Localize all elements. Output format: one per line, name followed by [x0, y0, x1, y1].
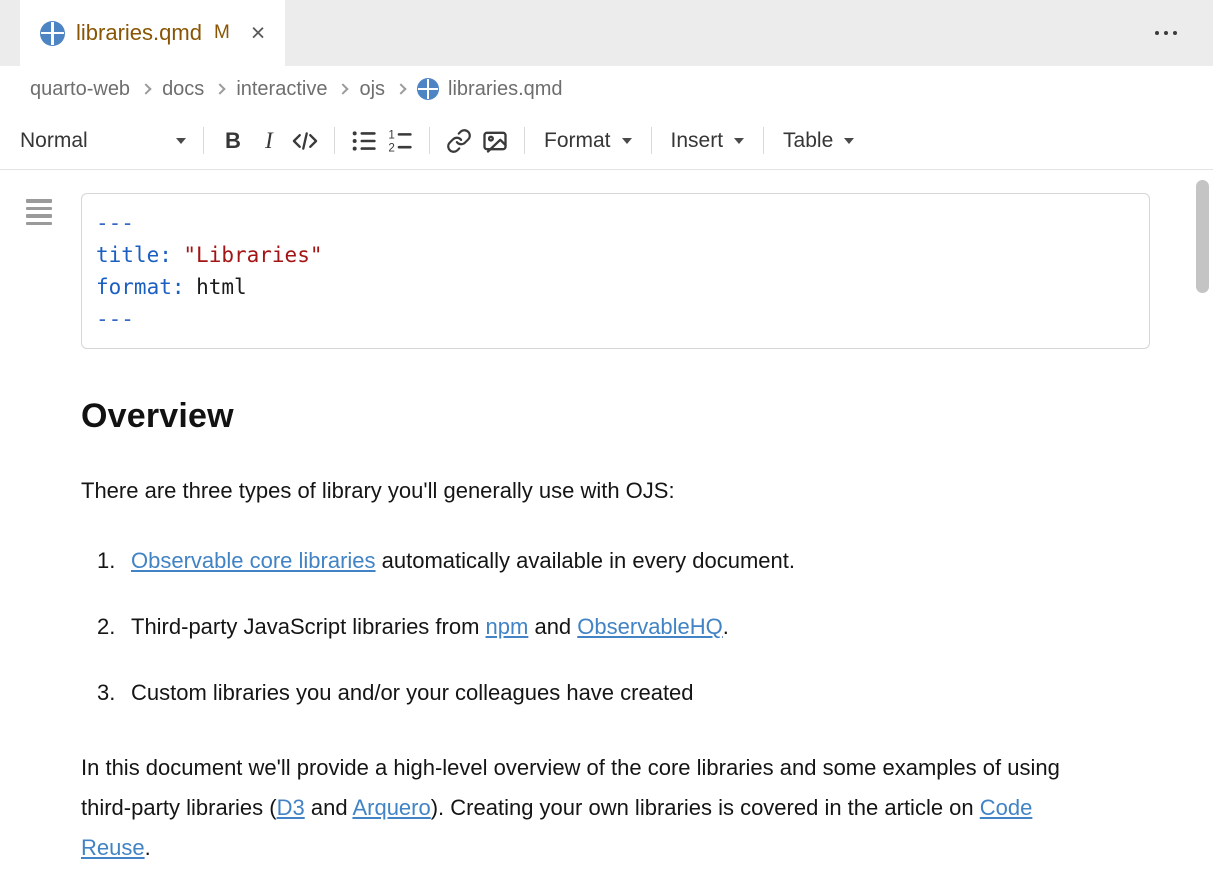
chevron-right-icon — [215, 83, 226, 94]
text-run: Custom libraries you and/or your colleag… — [131, 680, 694, 705]
editor-toolbar: Normal B I 12 Format Insert Table — [0, 112, 1213, 170]
numbered-list: 1. Observable core libraries automatical… — [81, 544, 1150, 710]
list-text: Observable core libraries automatically … — [131, 544, 795, 578]
yaml-key: title: — [96, 243, 172, 267]
toolbar-divider — [334, 127, 335, 154]
text-run: Third-party JavaScript libraries from — [131, 614, 486, 639]
dropdown-caret-icon — [734, 138, 744, 144]
list-text: Custom libraries you and/or your colleag… — [131, 676, 694, 710]
list-item: 1. Observable core libraries automatical… — [81, 544, 1150, 578]
tab-filename: libraries.qmd — [76, 20, 202, 46]
paragraph-style-select[interactable]: Normal — [14, 125, 192, 157]
text-run: automatically available in every documen… — [376, 548, 795, 573]
yaml-value: "Libraries" — [183, 243, 322, 267]
list-number: 3. — [97, 676, 131, 710]
toolbar-divider — [524, 127, 525, 154]
close-icon[interactable]: × — [251, 21, 266, 46]
dropdown-caret-icon — [622, 138, 632, 144]
breadcrumb-item-docs[interactable]: docs — [162, 78, 204, 101]
text-run: ). Creating your own libraries is covere… — [431, 795, 980, 820]
doc-link[interactable]: npm — [486, 614, 529, 639]
link-button[interactable] — [441, 122, 477, 160]
format-menu-label: Format — [544, 129, 611, 153]
outline-toggle-icon[interactable] — [24, 197, 54, 227]
breadcrumb-item-file[interactable]: libraries.qmd — [417, 78, 562, 101]
chevron-right-icon — [395, 83, 406, 94]
yaml-delimiter: --- — [96, 211, 134, 235]
bold-icon: B — [225, 128, 241, 154]
doc-link[interactable]: D3 — [277, 795, 305, 820]
tab-bar-spacer — [0, 0, 20, 66]
yaml-line: title: "Libraries" — [96, 239, 1135, 271]
insert-menu-label: Insert — [671, 129, 724, 153]
paragraph-style-label: Normal — [20, 129, 88, 153]
table-menu-label: Table — [783, 129, 833, 153]
link-icon — [446, 128, 472, 154]
doc-link[interactable]: ObservableHQ — [577, 614, 723, 639]
svg-text:1: 1 — [388, 128, 394, 141]
list-text: Third-party JavaScript libraries from np… — [131, 610, 729, 644]
tab-libraries-qmd[interactable]: libraries.qmd M × — [20, 0, 285, 66]
yaml-key: format: — [96, 275, 185, 299]
list-number: 2. — [97, 610, 131, 644]
breadcrumb-item-interactive[interactable]: interactive — [236, 78, 327, 101]
toolbar-divider — [429, 127, 430, 154]
list-number: 1. — [97, 544, 131, 578]
insert-menu-button[interactable]: Insert — [663, 125, 753, 157]
numbered-list-icon: 12 — [386, 127, 414, 155]
yaml-delimiter: --- — [96, 307, 134, 331]
svg-text:2: 2 — [388, 141, 394, 154]
list-item: 3. Custom libraries you and/or your coll… — [81, 676, 1150, 710]
toolbar-divider — [203, 127, 204, 154]
yaml-line: --- — [96, 303, 1135, 335]
breadcrumb-item-ojs[interactable]: ojs — [359, 78, 385, 101]
text-run: and — [528, 614, 577, 639]
yaml-line: --- — [96, 207, 1135, 239]
bold-button[interactable]: B — [215, 122, 251, 160]
image-icon — [481, 127, 509, 155]
text-run: . — [723, 614, 729, 639]
table-menu-button[interactable]: Table — [775, 125, 862, 157]
text-run: . — [145, 835, 151, 860]
italic-icon: I — [265, 128, 273, 154]
code-button[interactable] — [287, 122, 323, 160]
chevron-right-icon — [140, 83, 151, 94]
outro-paragraph: In this document we'll provide a high-le… — [81, 748, 1076, 868]
yaml-line: format: html — [96, 271, 1135, 303]
git-modified-badge: M — [214, 22, 230, 44]
format-menu-button[interactable]: Format — [536, 125, 640, 157]
page-title: Overview — [81, 397, 1150, 436]
breadcrumb-item-quarto-web[interactable]: quarto-web — [30, 78, 130, 101]
numbered-list-button[interactable]: 12 — [382, 122, 418, 160]
dropdown-caret-icon — [176, 138, 186, 144]
list-item: 2. Third-party JavaScript libraries from… — [81, 610, 1150, 644]
chevron-right-icon — [338, 83, 349, 94]
bullet-list-icon — [350, 127, 378, 155]
quarto-file-icon — [40, 21, 65, 46]
toolbar-divider — [763, 127, 764, 154]
quarto-file-icon — [417, 78, 439, 100]
visual-editor-canvas: --- title: "Libraries" format: html --- Ov… — [0, 170, 1213, 868]
text-run: and — [305, 795, 353, 820]
more-actions-icon[interactable] — [1149, 25, 1183, 41]
image-button[interactable] — [477, 122, 513, 160]
intro-paragraph: There are three types of library you'll … — [81, 476, 1150, 506]
bullet-list-button[interactable] — [346, 122, 382, 160]
yaml-metadata-block[interactable]: --- title: "Libraries" format: html --- — [81, 193, 1150, 349]
breadcrumb: quarto-web docs interactive ojs librarie… — [0, 66, 1213, 112]
yaml-value: html — [196, 275, 247, 299]
dropdown-caret-icon — [844, 138, 854, 144]
toolbar-divider — [651, 127, 652, 154]
doc-link[interactable]: Observable core libraries — [131, 548, 376, 573]
breadcrumb-file-label: libraries.qmd — [448, 78, 562, 101]
editor-tab-bar: libraries.qmd M × — [0, 0, 1213, 66]
italic-button[interactable]: I — [251, 122, 287, 160]
vertical-scrollbar[interactable] — [1196, 180, 1209, 293]
doc-link[interactable]: Arquero — [352, 795, 430, 820]
code-icon — [291, 127, 319, 155]
